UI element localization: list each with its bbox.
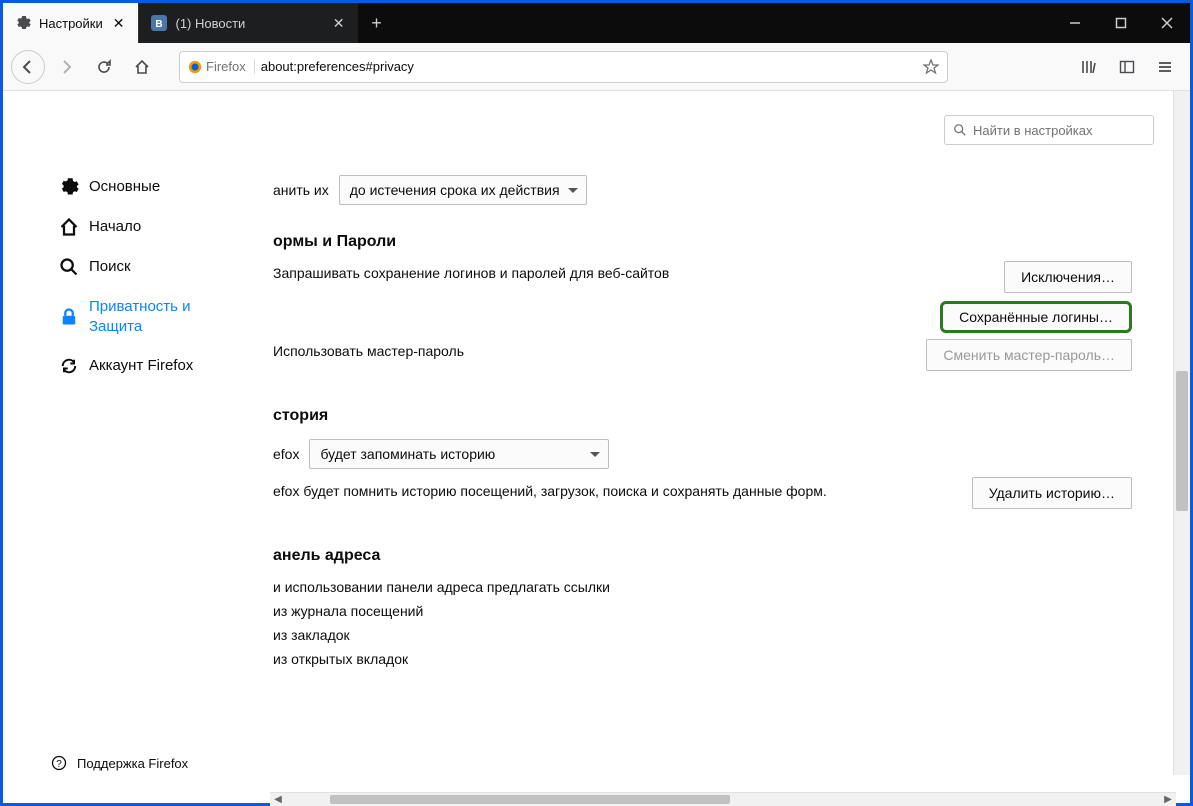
prefs-main: анить их до истечения срока их действия …	[273, 171, 1150, 789]
scrollbar-thumb[interactable]	[330, 795, 730, 804]
svg-text:?: ?	[56, 759, 62, 770]
identity-label: Firefox	[206, 59, 246, 74]
ask-save-logins-label: Запрашивать сохранение логинов и паролей…	[273, 265, 669, 281]
forward-button	[49, 50, 83, 84]
scroll-right-icon[interactable]: ▶	[1160, 793, 1176, 806]
sidebar-button[interactable]	[1110, 50, 1144, 84]
reload-button[interactable]	[87, 50, 121, 84]
bookmark-star-icon[interactable]	[923, 59, 939, 75]
titlebar: Настройки ✕ B (1) Новости ✕ +	[3, 3, 1190, 43]
sidebar-item-label: Поиск	[89, 257, 131, 277]
url-bar[interactable]: Firefox about:preferences#privacy	[179, 51, 948, 83]
keep-cookies-label: анить их	[273, 182, 329, 198]
navigation-toolbar: Firefox about:preferences#privacy	[3, 43, 1190, 91]
window-controls	[1052, 3, 1190, 43]
saved-logins-button[interactable]: Сохранённые логины…	[940, 301, 1132, 333]
dropdown-value: будет запоминать историю	[320, 446, 495, 462]
scrollbar-thumb[interactable]	[1176, 371, 1188, 511]
category-sidebar: Основные Начало Поиск Приватность и Защи…	[51, 167, 251, 386]
firefox-icon	[188, 60, 202, 74]
vertical-scrollbar[interactable]	[1173, 91, 1190, 775]
addressbar-opt-opentabs: из открытых вкладок	[273, 651, 408, 667]
svg-text:B: B	[156, 19, 163, 30]
support-label: Поддержка Firefox	[77, 756, 188, 771]
preferences-page: Найти в настройках Основные Начало Поиск…	[3, 91, 1190, 789]
tab-close-icon[interactable]: ✕	[331, 15, 347, 32]
back-button[interactable]	[11, 50, 45, 84]
section-history: стория	[273, 407, 1150, 425]
sidebar-item-label: Начало	[89, 217, 141, 237]
identity-box[interactable]: Firefox	[188, 59, 255, 74]
sidebar-item-label: Аккаунт Firefox	[89, 356, 193, 376]
section-forms-passwords: ормы и Пароли	[273, 233, 1150, 251]
sidebar-item-search[interactable]: Поиск	[51, 247, 251, 287]
sidebar-item-label: Основные	[89, 177, 160, 197]
support-link[interactable]: ? Поддержка Firefox	[51, 755, 188, 771]
gear-icon	[59, 177, 79, 197]
addressbar-opt-bookmarks: из закладок	[273, 627, 350, 643]
tab-label: (1) Новости	[175, 16, 245, 31]
tab-close-icon[interactable]: ✕	[111, 15, 127, 32]
help-icon: ?	[51, 755, 67, 771]
sidebar-item-privacy[interactable]: Приватность и Защита	[51, 287, 251, 346]
home-icon	[59, 217, 79, 237]
new-tab-button[interactable]: +	[358, 3, 394, 43]
sidebar-item-sync[interactable]: Аккаунт Firefox	[51, 346, 251, 386]
sync-icon	[59, 356, 79, 376]
search-icon	[953, 123, 967, 137]
history-description: efox будет помнить историю посещений, за…	[273, 483, 827, 499]
maximize-button[interactable]	[1098, 3, 1144, 43]
tab-label: Настройки	[39, 16, 103, 31]
addressbar-opt-history: из журнала посещений	[273, 603, 423, 619]
minimize-button[interactable]	[1052, 3, 1098, 43]
search-settings-input[interactable]: Найти в настройках	[944, 115, 1154, 145]
tab-settings[interactable]: Настройки ✕	[3, 3, 138, 43]
dropdown-value: до истечения срока их действия	[350, 182, 560, 198]
clear-history-button[interactable]: Удалить историю…	[972, 477, 1132, 509]
library-button[interactable]	[1072, 50, 1106, 84]
section-addressbar: анель адреса	[273, 547, 1150, 565]
change-master-password-button: Сменить мастер-пароль…	[926, 339, 1132, 371]
use-master-password-label: Использовать мастер-пароль	[273, 343, 464, 359]
addressbar-intro: и использовании панели адреса предлагать…	[273, 579, 610, 595]
search-placeholder: Найти в настройках	[973, 123, 1093, 138]
history-mode-dropdown[interactable]: будет запоминать историю	[309, 439, 609, 469]
lock-icon	[59, 307, 79, 327]
search-icon	[59, 257, 79, 277]
url-text: about:preferences#privacy	[261, 59, 917, 74]
home-button[interactable]	[125, 50, 159, 84]
scroll-left-icon[interactable]: ◀	[270, 793, 286, 806]
vk-icon: B	[151, 15, 167, 31]
sidebar-item-general[interactable]: Основные	[51, 167, 251, 207]
menu-button[interactable]	[1148, 50, 1182, 84]
close-window-button[interactable]	[1144, 3, 1190, 43]
sidebar-item-home[interactable]: Начало	[51, 207, 251, 247]
horizontal-scrollbar[interactable]: ◀ ▶	[270, 792, 1176, 806]
gear-icon	[15, 15, 31, 31]
tab-vk-news[interactable]: B (1) Новости ✕	[138, 3, 358, 43]
keep-cookies-dropdown[interactable]: до истечения срока их действия	[339, 175, 587, 205]
exceptions-button[interactable]: Исключения…	[1004, 261, 1132, 293]
history-prefix: efox	[273, 446, 299, 462]
sidebar-item-label: Приватность и Защита	[89, 297, 243, 336]
